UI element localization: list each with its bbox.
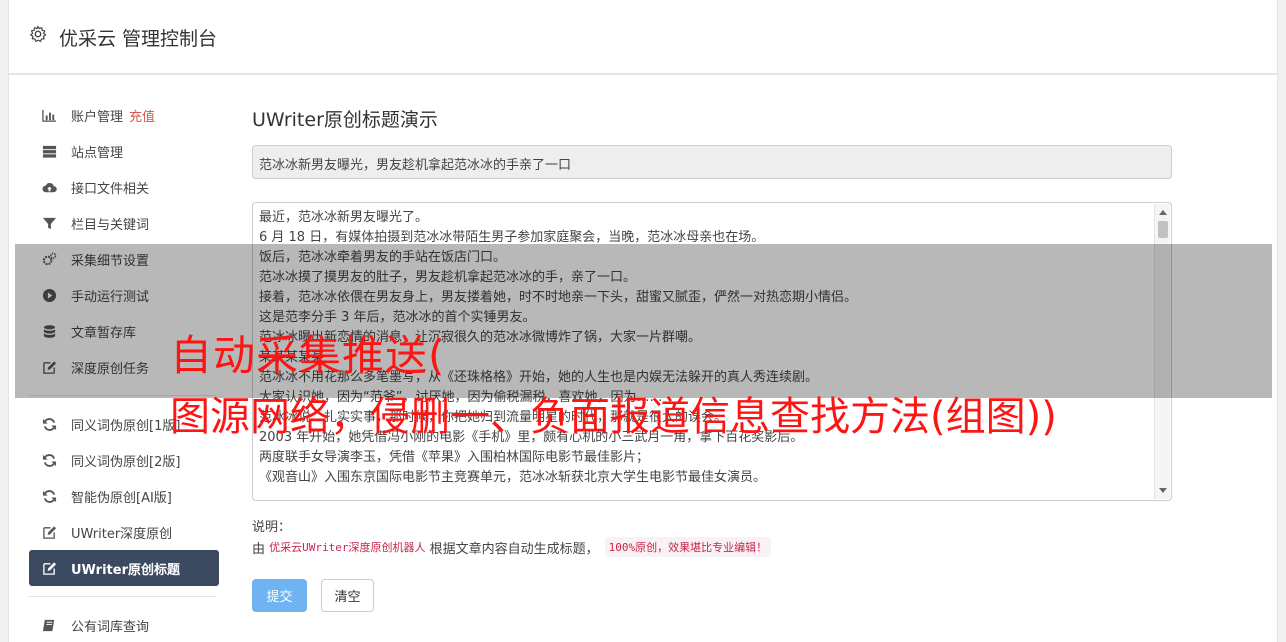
main-form: UWriter原创标题演示 范冰冰新男友曝光，男友趁机拿起范冰冰的手亲了一口 最… [252, 105, 1172, 612]
app-header: 优采云 管理控制台 [8, 0, 1278, 74]
scroll-up-icon[interactable] [1159, 210, 1167, 215]
sidebar-item-label: 同义词伪原创[1版] [71, 418, 181, 434]
app-title: 优采云 管理控制台 [59, 28, 218, 50]
sidebar-item-account[interactable]: 账户管理 充值 [29, 97, 219, 133]
sidebar-item-label: UWriter深度原创 [71, 526, 173, 542]
scroll-down-icon[interactable] [1159, 488, 1167, 493]
watermark-line-2: 图源网络，侵删一、负面报道信息查找方法(组图)) [170, 394, 1057, 440]
sidebar-item-label: UWriter原创标题 [71, 562, 180, 578]
sidebar-item-columns[interactable]: 栏目与关键词 [29, 205, 219, 241]
note-badge: 100%原创，效果堪比专业编辑！ [604, 537, 772, 557]
edit-icon [41, 524, 57, 540]
sidebar-item-sites[interactable]: 站点管理 [29, 133, 219, 169]
refresh-icon [41, 452, 57, 468]
note-middle: 根据文章内容自动生成标题， [429, 541, 599, 557]
content-line: 两度联手女导演李玉，凭借《苹果》入围柏林国际电影节最佳影片； [259, 450, 650, 465]
content-line: 最近，范冰冰新男友曝光了。 [259, 210, 429, 225]
sidebar-item-synonym-v2[interactable]: 同义词伪原创[2版] [29, 442, 219, 478]
sidebar-item-label: 站点管理 [71, 145, 124, 161]
bar-chart-icon [41, 107, 57, 123]
sidebar-item-ai-rewrite[interactable]: 智能伪原创[AI版] [29, 478, 219, 514]
book-icon [41, 617, 57, 633]
note-text: 由 优采云UWriter深度原创机器人 根据文章内容自动生成标题， 100%原创… [252, 537, 772, 557]
sidebar-item-label: 接口文件相关 [71, 181, 150, 197]
sidebar-item-label: 账户管理 [71, 109, 124, 125]
note-product-name: 优采云UWriter深度原创机器人 [269, 541, 426, 554]
clear-button[interactable]: 清空 [321, 579, 374, 612]
refresh-icon [41, 488, 57, 504]
sidebar-item-label: 公有词库查询 [71, 619, 150, 635]
sidebar-item-label: 智能伪原创[AI版] [71, 490, 172, 506]
server-icon [41, 143, 57, 159]
sidebar-item-interface[interactable]: 接口文件相关 [29, 169, 219, 205]
sidebar-item-label: 栏目与关键词 [71, 217, 150, 233]
refresh-icon [41, 416, 57, 432]
sidebar-item-label: 同义词伪原创[2版] [71, 454, 181, 470]
recharge-link[interactable]: 充值 [129, 106, 155, 125]
edit-icon [41, 560, 57, 576]
note-label: 说明： [252, 520, 292, 535]
sidebar-item-public-lexicon[interactable]: 公有词库查询 [29, 607, 219, 642]
content-line: 《观音山》入围东京国际电影节主竞赛单元，范冰冰斩获北京大学生电影节最佳女演员。 [259, 470, 767, 485]
cloud-upload-icon [41, 179, 57, 195]
sidebar-item-uwriter-title[interactable]: UWriter原创标题 [29, 550, 219, 586]
generated-title-field[interactable]: 范冰冰新男友曝光，男友趁机拿起范冰冰的手亲了一口 [252, 145, 1172, 179]
filter-icon [41, 215, 57, 231]
sidebar-item-uwriter-deep[interactable]: UWriter深度原创 [29, 514, 219, 550]
submit-button[interactable]: 提交 [252, 579, 307, 612]
page-title: UWriter原创标题演示 [252, 109, 438, 131]
scroll-thumb[interactable] [1158, 221, 1168, 238]
watermark-line-1: 自动采集推送( [170, 331, 446, 380]
note-prefix: 由 [252, 541, 266, 557]
gear-icon [30, 25, 47, 43]
sidebar-divider [29, 596, 217, 597]
